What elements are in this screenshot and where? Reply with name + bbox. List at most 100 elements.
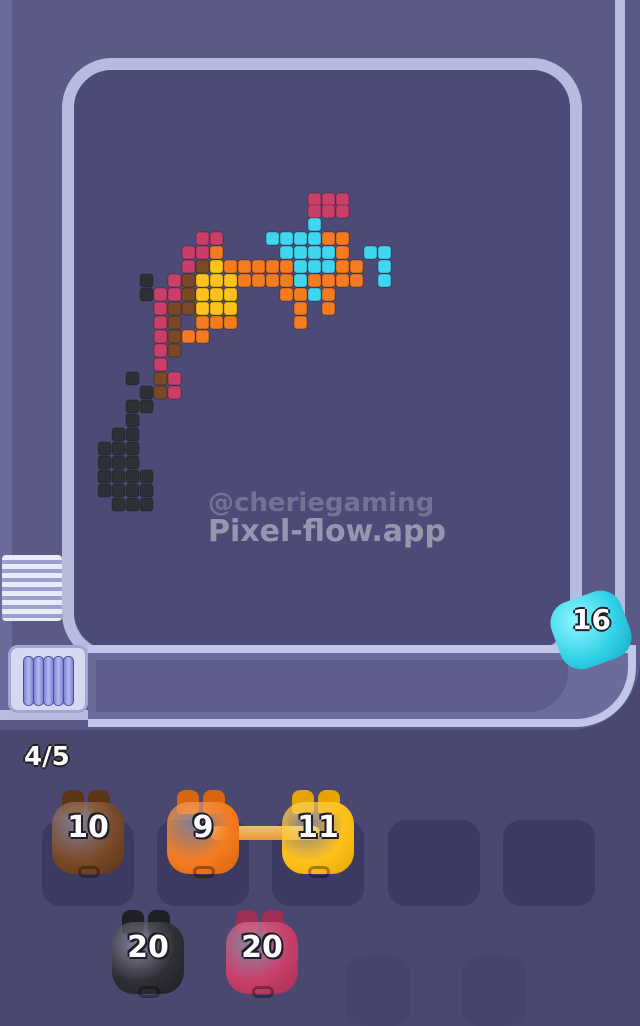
pixel-cyan — [307, 231, 322, 246]
pixel-black — [139, 273, 154, 288]
pixel-gold — [195, 287, 210, 302]
pixel-crimson — [167, 287, 182, 302]
spool-queue[interactable] — [8, 645, 88, 713]
pixel-orange — [209, 315, 224, 330]
pixel-brown — [181, 301, 196, 316]
piglet-number: 10 — [67, 810, 109, 845]
piglet-tail — [193, 866, 215, 878]
pixel-gold — [209, 273, 224, 288]
pixel-crimson — [153, 315, 168, 330]
pixel-black — [139, 483, 154, 498]
pixel-gold — [223, 287, 238, 302]
pixel-black — [111, 455, 126, 470]
pixel-black — [111, 469, 126, 484]
piglet-tail — [308, 866, 330, 878]
pixel-orange — [195, 315, 210, 330]
shooter-number: 16 — [572, 603, 611, 636]
piglet-shooter[interactable]: 20 — [108, 908, 188, 998]
pixel-orange — [223, 259, 238, 274]
piglet-number: 11 — [297, 810, 339, 845]
pixel-black — [139, 287, 154, 302]
pixel-black — [97, 455, 112, 470]
pixel-orange — [293, 301, 308, 316]
piglet-tail — [78, 866, 100, 878]
pixel-crimson — [167, 371, 182, 386]
pixel-black — [97, 441, 112, 456]
piglet-shooter[interactable]: 11 — [278, 788, 358, 878]
pixel-black — [125, 399, 140, 414]
spool-icon — [63, 656, 74, 706]
pixel-black — [125, 413, 140, 428]
pixel-orange — [335, 245, 350, 260]
slot-5[interactable] — [503, 820, 595, 906]
piglet-tail — [252, 986, 274, 998]
pixel-black — [125, 441, 140, 456]
pixel-orange — [195, 329, 210, 344]
pixel-crimson — [153, 287, 168, 302]
pixel-cyan — [307, 259, 322, 274]
pixel-orange — [251, 273, 266, 288]
pixel-orange — [335, 259, 350, 274]
slot-4[interactable] — [388, 820, 480, 906]
pixel-cyan — [293, 259, 308, 274]
pixel-crimson — [321, 192, 336, 207]
pixel-crimson — [307, 192, 322, 207]
pixel-orange — [349, 259, 364, 274]
pixel-cyan — [293, 273, 308, 288]
piglet-shooter[interactable]: 20 — [222, 908, 302, 998]
pixel-gold — [209, 287, 224, 302]
piglet-shooter[interactable]: 10 — [48, 788, 128, 878]
pixel-cyan — [279, 245, 294, 260]
pixel-crimson — [195, 245, 210, 260]
pixel-black — [111, 427, 126, 442]
pixel-cyan — [363, 245, 378, 260]
piglet-number: 20 — [241, 930, 283, 965]
pixel-cyan — [321, 245, 336, 260]
pixel-crimson — [153, 301, 168, 316]
pixel-orange — [251, 259, 266, 274]
piglet-tail — [138, 986, 160, 998]
pixel-black — [125, 497, 140, 512]
pixel-orange — [321, 231, 336, 246]
piglet-number: 20 — [127, 930, 169, 965]
pixel-gold — [223, 273, 238, 288]
pixel-orange — [237, 273, 252, 288]
pixel-black — [139, 469, 154, 484]
pixel-orange — [335, 231, 350, 246]
pixel-orange — [307, 273, 322, 288]
piglet-number: 9 — [192, 810, 214, 845]
watermark-site: Pixel-flow.app — [208, 514, 446, 549]
pixel-orange — [279, 273, 294, 288]
pixel-brown — [167, 329, 182, 344]
pixel-brown — [153, 371, 168, 386]
pixel-gold — [223, 301, 238, 316]
pixel-brown — [167, 301, 182, 316]
pixel-black — [125, 469, 140, 484]
pixel-orange — [321, 273, 336, 288]
pixel-cyan — [307, 217, 322, 232]
pixel-cyan — [377, 259, 392, 274]
slot-row2-3 — [346, 956, 410, 1026]
pixel-orange — [223, 315, 238, 330]
pixel-crimson — [167, 273, 182, 288]
pixel-brown — [195, 259, 210, 274]
pixel-orange — [265, 273, 280, 288]
pixel-crimson — [195, 231, 210, 246]
pixel-orange — [293, 315, 308, 330]
pixel-gold — [195, 273, 210, 288]
pixel-black — [97, 469, 112, 484]
pixel-black — [139, 399, 154, 414]
belt-lower-track — [96, 660, 568, 712]
shooter-piglet[interactable]: 16 — [544, 584, 638, 676]
piglet-shooter[interactable]: 9 — [163, 788, 243, 878]
pixel-orange — [265, 259, 280, 274]
pixel-cyan — [377, 273, 392, 288]
pixel-brown — [181, 273, 196, 288]
pixel-gold — [209, 301, 224, 316]
watermark: @cheriegaming Pixel-flow.app — [208, 488, 448, 549]
pixel-orange — [209, 245, 224, 260]
pixel-orange — [321, 287, 336, 302]
pixel-crimson — [335, 192, 350, 207]
pixel-brown — [167, 343, 182, 358]
pixel-black — [111, 497, 126, 512]
